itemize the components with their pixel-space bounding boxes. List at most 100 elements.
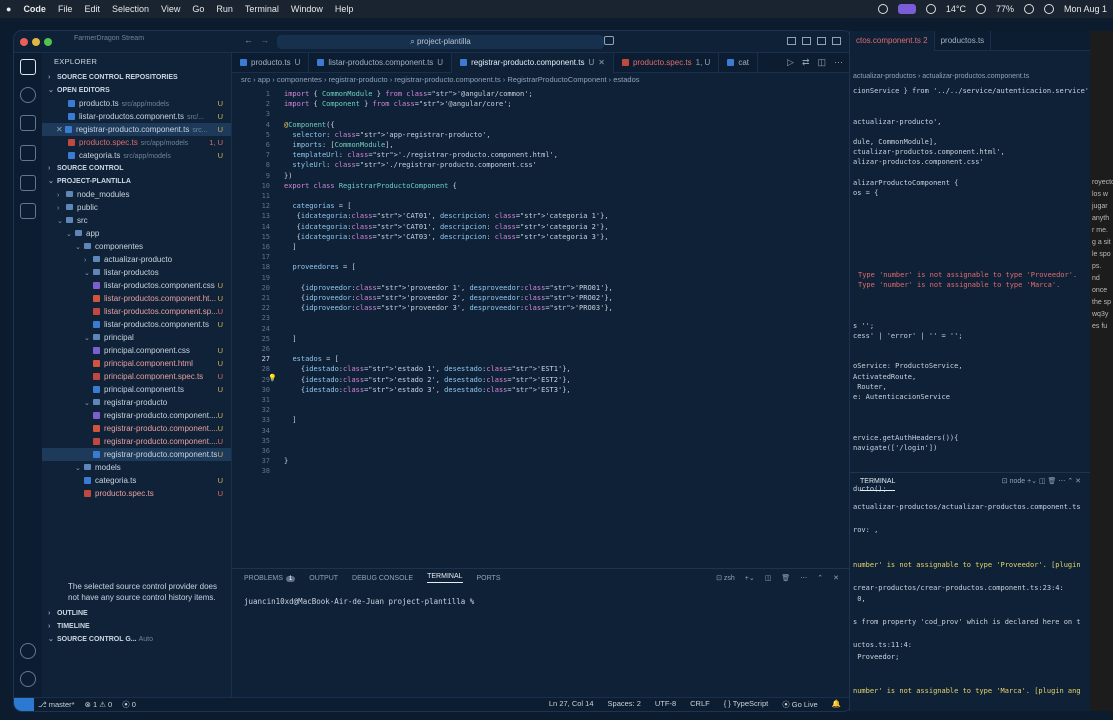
code-line[interactable]: {idestado:class="str">'estado 1', desest… xyxy=(284,364,571,374)
language-mode[interactable]: { } TypeScript xyxy=(724,699,768,710)
copilot-icon[interactable] xyxy=(604,36,614,45)
code-line[interactable]: ] xyxy=(284,242,296,252)
secondary-code-line[interactable]: e: AutenticacionService xyxy=(853,393,950,401)
menu-app[interactable]: Code xyxy=(23,4,46,14)
tree-item[interactable]: ⌄ listar-productos xyxy=(42,266,231,279)
more-icon[interactable]: ⋯ xyxy=(834,57,843,68)
branch[interactable]: ⎇ master* xyxy=(38,700,75,709)
terminal-prompt[interactable]: juancin10xd@MacBook-Air-de-Juan project-… xyxy=(244,597,474,606)
code-line[interactable]: imports: [CommonModule], xyxy=(284,140,393,150)
layout-customize-icon[interactable] xyxy=(832,37,841,45)
recorder-icon[interactable] xyxy=(897,4,916,14)
code-line[interactable]: {idestado:class="str">'estado 3', desest… xyxy=(284,385,571,395)
tree-item[interactable]: principal.component.ts U xyxy=(42,383,231,396)
terminal-shell-secondary[interactable]: ⊡ node +⌄ ◫ 🗑 ⋯ ⌃ ✕ xyxy=(1002,473,1081,491)
new-terminal-icon[interactable]: +⌄ xyxy=(745,574,755,582)
code-line[interactable]: {idcategoria:class="str">'CAT03', descri… xyxy=(284,232,609,242)
tree-item[interactable]: listar-productos.component.sp... U xyxy=(42,305,231,318)
source-control-icon[interactable] xyxy=(20,203,36,219)
maximize-panel-icon[interactable]: ⌃ xyxy=(817,574,823,582)
tab-output[interactable]: OUTPUT xyxy=(309,575,338,582)
layout-panel-icon[interactable] xyxy=(802,37,811,45)
tree-item[interactable]: › node_modules xyxy=(42,188,231,201)
run-icon[interactable]: ▷ xyxy=(787,57,794,68)
menu-edit[interactable]: Edit xyxy=(84,4,100,14)
code-line[interactable]: import { Component } from class="str">'@… xyxy=(284,99,512,109)
secondary-code-line[interactable]: s ''; xyxy=(853,322,874,330)
search-icon[interactable] xyxy=(20,87,36,103)
nav-forward-icon[interactable]: → xyxy=(260,35,269,45)
section-sc-repositories[interactable]: › SOURCE CONTROL REPOSITORIES xyxy=(42,71,231,84)
menu-view[interactable]: View xyxy=(161,4,180,14)
section-open-editors[interactable]: ⌄ OPEN EDITORS xyxy=(42,84,231,97)
split-terminal-icon[interactable]: ◫ xyxy=(765,574,772,582)
secondary-code-line[interactable]: navigate(['/login']) xyxy=(853,444,937,452)
code-line[interactable]: @Component({ xyxy=(284,120,335,130)
tree-item[interactable]: principal.component.html U xyxy=(42,357,231,370)
close-icon[interactable]: ✕ xyxy=(56,125,65,134)
tree-item[interactable]: categoria.ts U xyxy=(42,474,231,487)
secondary-code-line[interactable]: oService: ProductoService, xyxy=(853,362,963,370)
split-editor-icon[interactable]: ◫ xyxy=(817,57,826,68)
code-line[interactable]: export class RegistrarProductoComponent … xyxy=(284,181,457,191)
open-editor-item[interactable]: categoria.ts src/app/models U xyxy=(42,149,231,162)
remote-indicator-icon[interactable] xyxy=(14,698,34,711)
menu-selection[interactable]: Selection xyxy=(112,4,149,14)
tree-item[interactable]: registrar-producto.component.... U xyxy=(42,435,231,448)
tree-item[interactable]: › actualizar-producto xyxy=(42,253,231,266)
editor-tab[interactable]: cat xyxy=(719,53,758,73)
tree-item[interactable]: registrar-producto.component.ts U xyxy=(42,448,231,461)
secondary-code-line[interactable]: ctualizar-productos.component.html', xyxy=(853,148,1005,156)
cursor-position[interactable]: Ln 27, Col 14 xyxy=(549,699,594,710)
secondary-code-line[interactable]: dule, CommonModule], xyxy=(853,138,937,146)
open-editor-item[interactable]: producto.spec.ts src/app/models 1, U xyxy=(42,136,231,149)
menu-terminal[interactable]: Terminal xyxy=(245,4,279,14)
problems-status[interactable]: ⊗ 1 ⚠ 0 xyxy=(85,700,113,709)
section-sc-graph[interactable]: ⌄ SOURCE CONTROL G... Auto xyxy=(42,633,231,646)
editor-tab[interactable]: listar-productos.component.ts U xyxy=(309,53,453,73)
code-line[interactable]: proveedores = [ xyxy=(284,262,355,272)
wifi-icon[interactable] xyxy=(1023,4,1034,14)
tab-ports[interactable]: PORTS xyxy=(477,575,501,582)
tree-item[interactable]: listar-productos.component.ts U xyxy=(42,318,231,331)
tree-item[interactable]: registrar-producto.component.... U xyxy=(42,422,231,435)
more-icon[interactable]: ⋯ xyxy=(800,574,807,582)
editor-tab[interactable]: registrar-producto.component.ts U ✕ xyxy=(452,53,614,73)
ports-status[interactable]: ⦿ 0 xyxy=(122,699,136,710)
layout-sidebar-icon[interactable] xyxy=(787,37,796,45)
tab-terminal-secondary[interactable]: TERMINAL xyxy=(860,473,896,491)
play-icon[interactable] xyxy=(975,4,986,14)
lightbulb-icon[interactable]: 💡 xyxy=(268,373,277,383)
editor-tab[interactable]: producto.ts U xyxy=(232,53,310,73)
secondary-code-line[interactable]: alizar-productos.component.css' xyxy=(853,158,984,166)
secondary-code-line[interactable]: Type 'number' is not assignable to type … xyxy=(858,271,1077,279)
tree-item[interactable]: producto.spec.ts U xyxy=(42,487,231,500)
code-line[interactable]: {idestado:class="str">'estado 2', desest… xyxy=(284,375,571,385)
section-outline[interactable]: › OUTLINE xyxy=(42,607,231,620)
layout-secondary-icon[interactable] xyxy=(817,37,826,45)
tree-item[interactable]: registrar-producto.component.... U xyxy=(42,409,231,422)
tab-productos[interactable]: productos.ts xyxy=(935,31,992,51)
code-line[interactable]: }) xyxy=(284,171,292,181)
open-editor-item[interactable]: ✕ registrar-producto.component.ts src... U xyxy=(42,123,231,136)
secondary-code-line[interactable]: os = { xyxy=(853,189,878,197)
terminal-shell[interactable]: ⊡ zsh xyxy=(716,574,735,582)
tree-item[interactable]: ⌄ principal xyxy=(42,331,231,344)
secondary-code-line[interactable]: actualizar-producto', xyxy=(853,118,942,126)
code-line[interactable]: {idproveedor:class="str">'proveedor 3', … xyxy=(284,303,613,313)
tab-problems[interactable]: PROBLEMS 1 xyxy=(244,575,296,582)
menu-run[interactable]: Run xyxy=(216,4,233,14)
close-panel-icon[interactable]: ✕ xyxy=(833,574,839,582)
editor-tab[interactable]: producto.spec.ts 1, U xyxy=(614,53,720,73)
code-line[interactable]: } xyxy=(284,456,288,466)
indentation[interactable]: Spaces: 2 xyxy=(608,699,641,710)
secondary-code-line[interactable]: alizarProductoComponent { xyxy=(853,179,958,187)
nav-back-icon[interactable]: ← xyxy=(244,35,253,45)
explorer-icon[interactable] xyxy=(20,59,36,75)
secondary-code-line[interactable]: ActivatedRoute, xyxy=(853,373,916,381)
menu-window[interactable]: Window xyxy=(291,4,323,14)
code-editor[interactable]: 1 import { CommonModule } from class="str… xyxy=(232,87,851,507)
code-line[interactable]: import { CommonModule } from class="str"… xyxy=(284,89,533,99)
code-line[interactable]: {idproveedor:class="str">'proveedor 1', … xyxy=(284,283,613,293)
tree-item[interactable]: ⌄ models xyxy=(42,461,231,474)
